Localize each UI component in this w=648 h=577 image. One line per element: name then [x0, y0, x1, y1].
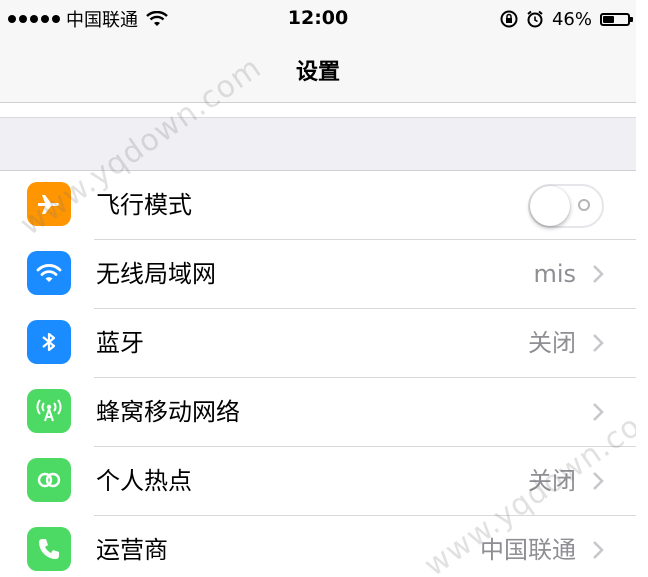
settings-row-value: 关闭 [528, 467, 576, 495]
settings-screen: 中国联通 12:00 46% 设置 飞行模式 无线局域网 mis 蓝牙 关闭 蜂… [0, 0, 636, 577]
settings-row-carrier[interactable]: 运营商 中国联通 [0, 516, 636, 577]
settings-list: 飞行模式 无线局域网 mis 蓝牙 关闭 蜂窝移动网络 个人热点 关闭 运营商 … [0, 171, 636, 577]
settings-row-airplane-mode[interactable]: 飞行模式 [0, 171, 636, 240]
status-bar: 中国联通 12:00 46% [0, 0, 636, 40]
navigation-bar: 设置 [0, 40, 636, 103]
chevron-right-icon [593, 265, 604, 283]
settings-row-bluetooth[interactable]: 蓝牙 关闭 [0, 309, 636, 378]
battery-icon [600, 12, 633, 26]
toggle-off-indicator [578, 199, 590, 211]
rotation-lock-icon [500, 10, 518, 28]
chevron-right-icon [593, 334, 604, 352]
alarm-icon [527, 10, 543, 28]
settings-row-wifi[interactable]: 无线局域网 mis [0, 240, 636, 309]
settings-row-label: 蜂窝移动网络 [96, 398, 240, 426]
settings-row-value: 关闭 [528, 329, 576, 357]
settings-row-value: mis [533, 260, 576, 288]
spacer [0, 103, 636, 117]
airplane-mode-toggle[interactable] [528, 184, 604, 228]
battery-percent: 46% [551, 8, 592, 30]
settings-row-personal-hotspot[interactable]: 个人热点 关闭 [0, 447, 636, 516]
settings-row-label: 蓝牙 [96, 329, 144, 357]
bluetooth-icon [27, 320, 71, 364]
airplane-icon [27, 182, 71, 226]
settings-row-label: 个人热点 [96, 467, 192, 495]
chevron-right-icon [593, 472, 604, 490]
page-title: 设置 [295, 60, 340, 85]
phone-icon [27, 527, 71, 571]
chevron-right-icon [593, 541, 604, 559]
toggle-knob [530, 186, 570, 226]
status-right: 46% [500, 7, 633, 31]
wifi-icon [27, 251, 71, 295]
settings-row-label: 飞行模式 [96, 191, 192, 219]
chevron-right-icon [593, 403, 604, 421]
settings-row-label: 运营商 [96, 536, 168, 564]
settings-row-cellular[interactable]: 蜂窝移动网络 [0, 378, 636, 447]
settings-row-label: 无线局域网 [96, 260, 216, 288]
settings-row-value: 中国联通 [480, 536, 576, 564]
cellular-icon [27, 389, 71, 433]
hotspot-icon [27, 458, 71, 502]
group-header-band [0, 117, 636, 171]
